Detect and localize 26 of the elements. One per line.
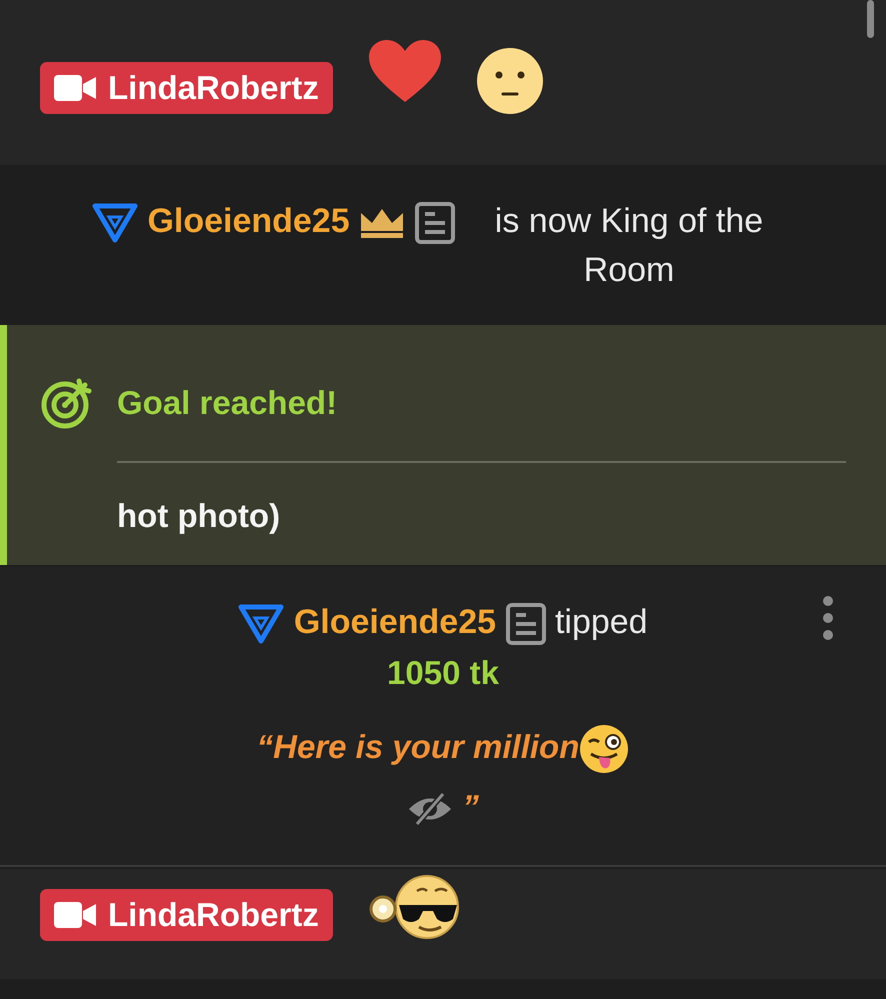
username: Gloeiende25 (294, 603, 496, 641)
broadcaster-name: LindaRobertz (108, 68, 319, 108)
username: Gloeiende25 (147, 202, 350, 240)
tip-action: tipped (554, 603, 648, 641)
closing-quote: ” (462, 788, 479, 825)
goal-description: hot photo) (117, 496, 282, 536)
heart-icon (368, 40, 441, 104)
more-options-button[interactable] (822, 595, 834, 641)
tip-message: “Here is your million (256, 728, 580, 764)
notes-icon (506, 603, 546, 646)
sunglasses-face-icon (368, 875, 461, 939)
notes-icon (414, 202, 455, 244)
goal-target-icon (41, 377, 93, 429)
tip-amount: 1050 tk (386, 653, 500, 693)
hidden-eye-icon (407, 792, 454, 826)
user-level-icon (238, 604, 284, 644)
camera-icon (54, 74, 96, 101)
user-level-icon (92, 203, 138, 244)
crown-icon (359, 207, 406, 240)
broadcaster-name: LindaRobertz (108, 895, 319, 935)
scrollbar (867, 0, 874, 38)
neutral-face-icon (476, 48, 543, 114)
king-message: is now King of the Room (494, 201, 764, 291)
goal-title: Goal reached! (117, 383, 338, 424)
camera-icon (54, 902, 96, 928)
wink-tongue-face-icon (579, 724, 630, 774)
